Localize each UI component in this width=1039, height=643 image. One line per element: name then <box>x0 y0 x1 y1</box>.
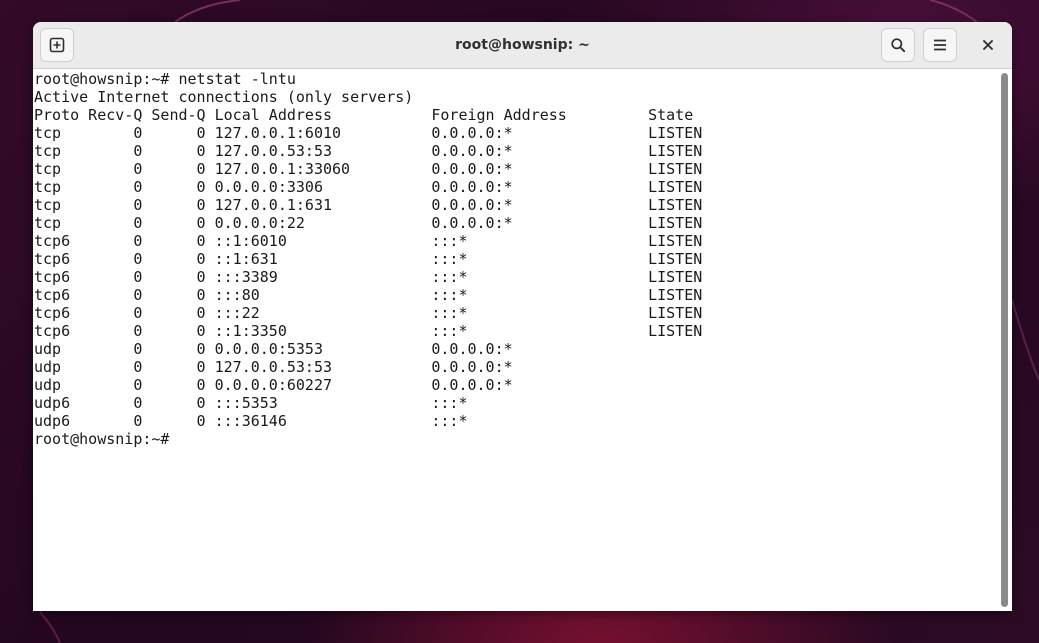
terminal-line: udp 0 0 0.0.0.0:60227 0.0.0.0:* <box>34 376 513 394</box>
menu-button[interactable] <box>923 28 957 62</box>
window-title: root@howsnip: ~ <box>455 37 590 53</box>
terminal-line: tcp 0 0 127.0.0.1:631 0.0.0.0:* LISTEN <box>34 196 703 214</box>
scrollbar-thumb[interactable] <box>1001 73 1008 607</box>
terminal-output: root@howsnip:~# netstat -lntu Active Inte… <box>33 69 998 448</box>
close-button[interactable] <box>971 28 1005 62</box>
terminal-line: tcp 0 0 127.0.0.53:53 0.0.0.0:* LISTEN <box>34 142 703 160</box>
vertical-scrollbar[interactable] <box>998 69 1012 611</box>
terminal-window: root@howsnip: ~ root@howsnip:~# netstat … <box>33 22 1012 611</box>
new-tab-icon <box>49 37 65 53</box>
terminal-line: tcp 0 0 0.0.0.0:3306 0.0.0.0:* LISTEN <box>34 178 703 196</box>
terminal-line: udp6 0 0 :::36146 :::* <box>34 412 468 430</box>
search-icon <box>891 38 906 53</box>
new-tab-button[interactable] <box>40 28 74 62</box>
terminal-line: tcp6 0 0 ::1:6010 :::* LISTEN <box>34 232 703 250</box>
terminal-line: tcp6 0 0 :::80 :::* LISTEN <box>34 286 703 304</box>
terminal-line: tcp6 0 0 ::1:631 :::* LISTEN <box>34 250 703 268</box>
terminal-prompt: root@howsnip:~# <box>34 430 179 448</box>
terminal-line: tcp6 0 0 :::3389 :::* LISTEN <box>34 268 703 286</box>
hamburger-menu-icon <box>934 39 946 51</box>
terminal-line: tcp6 0 0 :::22 :::* LISTEN <box>34 304 703 322</box>
title-bar: root@howsnip: ~ <box>33 22 1012 69</box>
terminal-line: root@howsnip:~# netstat -lntu <box>34 70 296 88</box>
terminal-line: Active Internet connections (only server… <box>34 88 414 106</box>
terminal-line: tcp 0 0 127.0.0.1:6010 0.0.0.0:* LISTEN <box>34 124 703 142</box>
terminal-line: Proto Recv-Q Send-Q Local Address Foreig… <box>34 106 694 124</box>
terminal-line: udp 0 0 0.0.0.0:5353 0.0.0.0:* <box>34 340 513 358</box>
terminal-line: udp 0 0 127.0.0.53:53 0.0.0.0:* <box>34 358 513 376</box>
search-button[interactable] <box>881 28 915 62</box>
terminal-line: tcp 0 0 127.0.0.1:33060 0.0.0.0:* LISTEN <box>34 160 703 178</box>
terminal-line: tcp 0 0 0.0.0.0:22 0.0.0.0:* LISTEN <box>34 214 703 232</box>
terminal-view[interactable]: root@howsnip:~# netstat -lntu Active Inte… <box>33 69 998 611</box>
terminal-line: udp6 0 0 :::5353 :::* <box>34 394 468 412</box>
close-icon <box>983 40 993 50</box>
terminal-line: tcp6 0 0 ::1:3350 :::* LISTEN <box>34 322 703 340</box>
